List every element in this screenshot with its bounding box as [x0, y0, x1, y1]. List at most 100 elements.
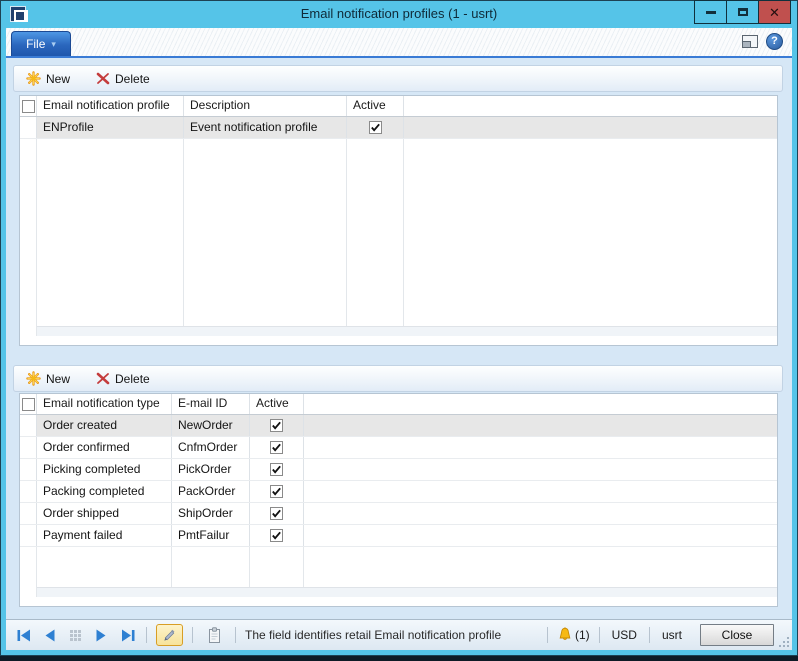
previous-record-icon	[43, 629, 56, 642]
check-icon	[271, 420, 282, 431]
notifications-button[interactable]: (1)	[557, 627, 590, 643]
type-cell[interactable]: Packing completed	[37, 481, 172, 502]
new-button-label: New	[46, 372, 70, 386]
grid-view-icon	[69, 629, 82, 642]
check-icon	[271, 530, 282, 541]
app-window: Email notification profiles (1 - usrt) ✕…	[0, 0, 798, 656]
check-icon	[271, 464, 282, 475]
grid-view-button[interactable]	[66, 627, 85, 643]
horizontal-scrollbar[interactable]	[37, 587, 777, 597]
first-record-button[interactable]	[14, 627, 33, 643]
delete-x-icon	[96, 72, 110, 85]
window-title: Email notification profiles (1 - usrt)	[1, 1, 797, 28]
delete-x-icon	[96, 372, 110, 385]
check-icon	[271, 442, 282, 453]
type-cell[interactable]: Order created	[37, 415, 172, 436]
active-checkbox[interactable]	[270, 485, 283, 498]
active-checkbox[interactable]	[270, 419, 283, 432]
profiles-grid: Email notification profile Description A…	[19, 95, 778, 346]
active-checkbox[interactable]	[270, 507, 283, 520]
close-window-button[interactable]: ✕	[758, 0, 791, 24]
profiles-toolbar: New Delete	[13, 65, 783, 92]
table-row[interactable]: Order shipped ShipOrder	[20, 503, 777, 525]
description-cell[interactable]: Event notification profile	[184, 117, 347, 138]
check-icon	[271, 508, 282, 519]
previous-record-button[interactable]	[40, 627, 59, 643]
type-cell[interactable]: Order shipped	[37, 503, 172, 524]
active-cell	[347, 117, 404, 138]
content-area: New Delete Email notification profile	[6, 58, 792, 650]
column-header[interactable]: Active	[250, 394, 304, 414]
email-id-cell[interactable]: NewOrder	[172, 415, 250, 436]
minimize-button[interactable]	[694, 0, 727, 24]
new-type-button[interactable]: New	[26, 371, 70, 386]
document-handling-button[interactable]	[202, 624, 226, 646]
menubar: File ▾ ?	[6, 28, 792, 58]
titlebar: Email notification profiles (1 - usrt) ✕	[1, 1, 797, 28]
delete-type-button[interactable]: Delete	[96, 372, 150, 386]
email-id-cell[interactable]: PackOrder	[172, 481, 250, 502]
select-all-checkbox[interactable]	[22, 398, 35, 411]
column-header[interactable]: Description	[184, 96, 347, 116]
clipboard-icon	[207, 627, 222, 644]
table-row[interactable]: ENProfile Event notification profile	[20, 117, 777, 139]
column-header[interactable]: E-mail ID	[172, 394, 250, 414]
user-indicator[interactable]: usrt	[659, 628, 685, 642]
check-icon	[370, 122, 381, 133]
status-message: The field identifies retail Email notifi…	[245, 628, 501, 642]
active-checkbox[interactable]	[270, 441, 283, 454]
column-header[interactable]: Active	[347, 96, 404, 116]
table-row[interactable]: Order confirmed CnfmOrder	[20, 437, 777, 459]
delete-profile-button[interactable]: Delete	[96, 72, 150, 86]
last-record-icon	[120, 629, 136, 642]
type-cell[interactable]: Picking completed	[37, 459, 172, 480]
edit-record-button[interactable]	[156, 624, 183, 646]
next-record-button[interactable]	[92, 627, 111, 643]
email-id-cell[interactable]: PickOrder	[172, 459, 250, 480]
table-row[interactable]: Packing completed PackOrder	[20, 481, 777, 503]
first-record-icon	[16, 629, 32, 642]
new-star-icon	[26, 371, 41, 386]
horizontal-scrollbar[interactable]	[37, 326, 777, 336]
new-profile-button[interactable]: New	[26, 71, 70, 86]
table-row[interactable]: Picking completed PickOrder	[20, 459, 777, 481]
layout-pane-icon[interactable]	[742, 35, 758, 48]
active-checkbox[interactable]	[369, 121, 382, 134]
statusbar: The field identifies retail Email notifi…	[6, 619, 792, 650]
maximize-button[interactable]	[726, 0, 759, 24]
types-grid: Email notification type E-mail ID Active…	[19, 393, 778, 607]
file-menu-button[interactable]: File ▾	[11, 31, 71, 56]
profiles-grid-body: ENProfile Event notification profile	[20, 117, 777, 336]
type-cell[interactable]: Order confirmed	[37, 437, 172, 458]
column-header[interactable]: Email notification type	[37, 394, 172, 414]
currency-indicator[interactable]: USD	[609, 628, 640, 642]
types-grid-header: Email notification type E-mail ID Active	[20, 394, 777, 415]
new-button-label: New	[46, 72, 70, 86]
close-icon: ✕	[769, 6, 780, 19]
select-all-checkbox[interactable]	[22, 100, 35, 113]
active-checkbox[interactable]	[270, 529, 283, 542]
notification-count: (1)	[575, 628, 590, 642]
resize-grip-icon[interactable]	[779, 637, 789, 647]
profile-cell[interactable]: ENProfile	[37, 117, 184, 138]
table-row[interactable]: Payment failed PmtFailur	[20, 525, 777, 547]
active-checkbox[interactable]	[270, 463, 283, 476]
profiles-grid-header: Email notification profile Description A…	[20, 96, 777, 117]
email-id-cell[interactable]: CnfmOrder	[172, 437, 250, 458]
delete-button-label: Delete	[115, 372, 150, 386]
email-id-cell[interactable]: ShipOrder	[172, 503, 250, 524]
select-all-cell	[20, 394, 37, 414]
bell-icon	[557, 627, 573, 643]
next-record-icon	[95, 629, 108, 642]
help-icon[interactable]: ?	[766, 33, 783, 50]
file-menu-label: File	[26, 37, 45, 51]
last-record-button[interactable]	[118, 627, 137, 643]
table-row[interactable]: Order created NewOrder	[20, 415, 777, 437]
type-cell[interactable]: Payment failed	[37, 525, 172, 546]
close-button[interactable]: Close	[700, 624, 774, 646]
email-id-cell[interactable]: PmtFailur	[172, 525, 250, 546]
minimize-icon	[706, 11, 716, 14]
window-controls: ✕	[695, 0, 791, 24]
select-all-cell	[20, 96, 37, 116]
column-header[interactable]: Email notification profile	[37, 96, 184, 116]
